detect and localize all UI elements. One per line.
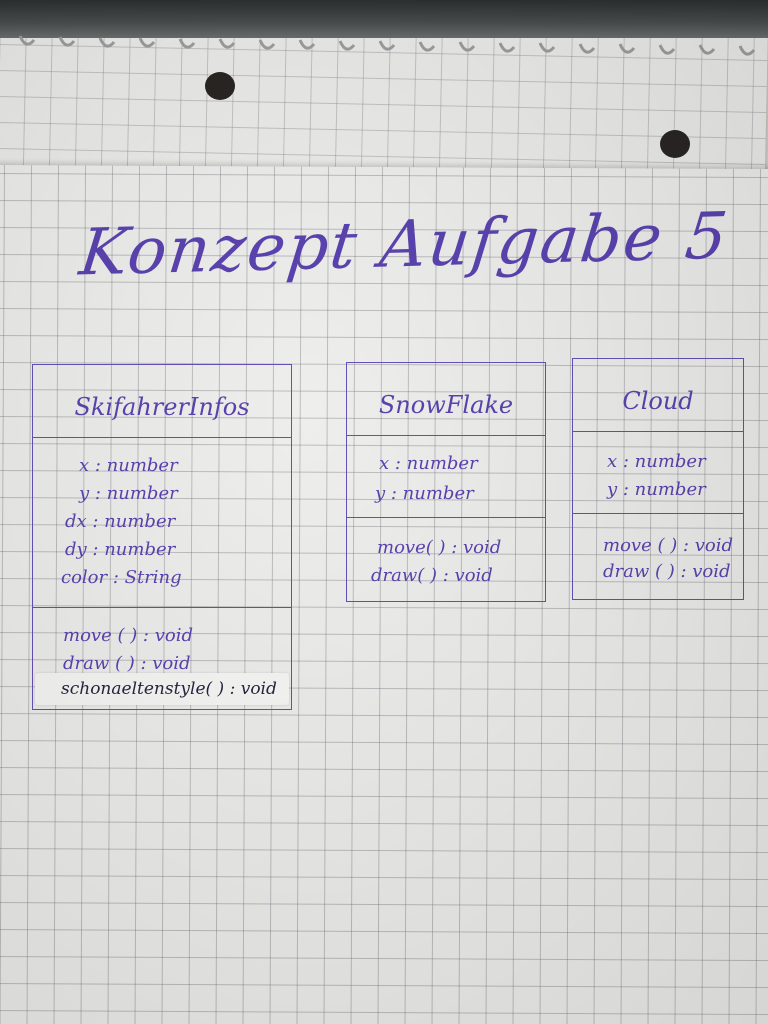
attribute-line: x : number [79,455,178,476]
attribute-line: dy : number [65,539,176,560]
method-line: schonaeltenstyle( ) : void [61,679,277,699]
method-line: move( ) : void [377,537,502,558]
method-line: draw( ) : void [371,565,493,586]
attribute-line: x : number [607,451,706,472]
attribute-line: dx : number [65,511,176,532]
class-name: Cloud [622,387,694,415]
attribute-line: y : number [79,483,178,504]
class-name: SnowFlake [378,391,514,419]
class-box-cloud: Cloud x : number y : number move ( ) : v… [572,358,744,600]
punch-hole-left [205,72,235,100]
punch-hole-right [660,130,690,158]
methods-divider [347,517,545,518]
methods-divider [33,607,291,608]
notebook-photo: Konzept Aufgabe 5 SkifahrerInfos x : num… [0,0,768,1024]
class-name: SkifahrerInfos [74,393,250,421]
attribute-line: y : number [607,479,706,500]
class-box-snowflake: SnowFlake x : number y : number move( ) … [346,362,546,602]
spiral-rings [18,35,756,56]
method-line: draw ( ) : void [63,653,191,674]
class-box-skifahrerinfos: SkifahrerInfos x : number y : number dx … [32,364,292,710]
attributes-divider [33,437,291,438]
attribute-line: y : number [375,483,474,504]
method-line: move ( ) : void [63,625,194,646]
attribute-line: color : String [61,567,182,588]
attributes-divider [573,431,743,432]
method-line: move ( ) : void [603,535,734,556]
methods-divider [573,513,743,514]
method-line: draw ( ) : void [603,561,731,582]
attribute-line: x : number [379,453,478,474]
attributes-divider [347,435,545,436]
